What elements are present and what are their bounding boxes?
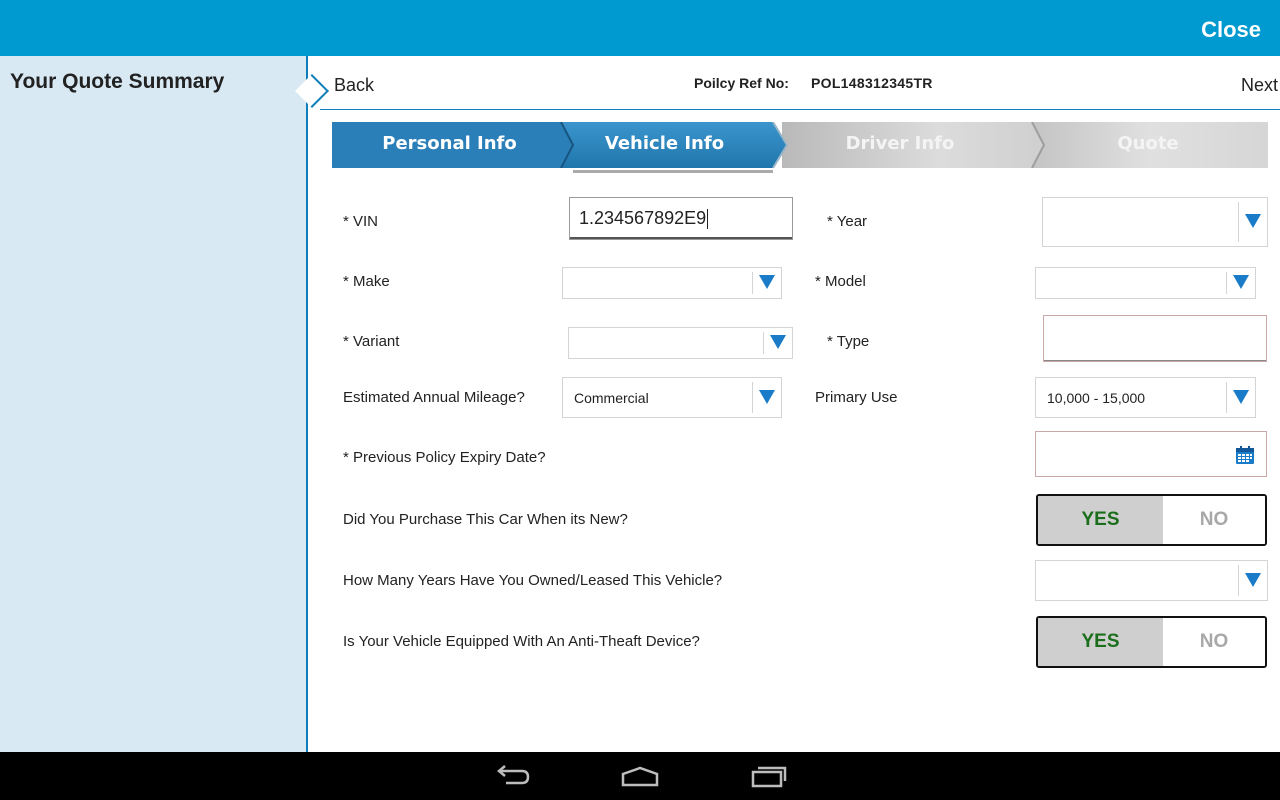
text-cursor bbox=[707, 208, 709, 229]
step-vehicle-info[interactable]: Vehicle Info bbox=[568, 133, 761, 154]
sidebar-title: Your Quote Summary bbox=[10, 70, 225, 93]
home-icon[interactable] bbox=[620, 764, 660, 788]
make-dropdown[interactable] bbox=[562, 267, 782, 299]
dropdown-separator bbox=[1226, 382, 1227, 413]
chevron-down-icon bbox=[1233, 275, 1249, 289]
anti-theft-no[interactable]: NO bbox=[1163, 618, 1265, 666]
type-label: * Type bbox=[827, 333, 870, 350]
dropdown-separator bbox=[1238, 202, 1239, 242]
variant-label: * Variant bbox=[343, 333, 400, 350]
chevron-down-icon bbox=[759, 389, 775, 404]
expiry-date-input[interactable] bbox=[1035, 431, 1267, 477]
anti-theft-toggle[interactable]: YES NO bbox=[1036, 616, 1267, 668]
dropdown-separator bbox=[752, 272, 753, 294]
step-driver-info[interactable]: Driver Info bbox=[782, 133, 1018, 154]
primary-use-value: 10,000 - 15,000 bbox=[1047, 389, 1146, 406]
years-owned-label: How Many Years Have You Owned/Leased Thi… bbox=[343, 572, 723, 589]
purchased-new-toggle[interactable]: YES NO bbox=[1036, 494, 1267, 546]
mileage-value: Commercial bbox=[574, 389, 649, 406]
dropdown-separator bbox=[1238, 565, 1239, 596]
calendar-icon[interactable] bbox=[1235, 445, 1255, 465]
close-button[interactable]: Close bbox=[1201, 17, 1261, 43]
year-label: * Year bbox=[827, 213, 868, 230]
purchased-new-no[interactable]: NO bbox=[1163, 496, 1265, 544]
top-bar: Close bbox=[0, 0, 1280, 56]
chevron-down-icon bbox=[759, 275, 775, 289]
anti-theft-yes[interactable]: YES bbox=[1038, 618, 1163, 666]
primary-use-label: Primary Use bbox=[815, 389, 898, 406]
model-label: * Model bbox=[815, 273, 866, 290]
quote-summary-sidebar: Your Quote Summary bbox=[0, 56, 308, 752]
chevron-down-icon bbox=[1245, 572, 1261, 587]
dropdown-separator bbox=[1226, 272, 1227, 294]
purchased-new-label: Did You Purchase This Car When its New? bbox=[343, 511, 628, 528]
policy-ref-label: Poilcy Ref No: bbox=[694, 75, 789, 91]
active-step-underline bbox=[573, 170, 773, 173]
purchased-new-yes[interactable]: YES bbox=[1038, 496, 1163, 544]
back-button[interactable]: Back bbox=[334, 75, 374, 96]
chevron-down-icon bbox=[1245, 214, 1261, 228]
chevron-down-icon bbox=[1233, 389, 1249, 404]
vin-input[interactable]: 1.234567892E9 bbox=[569, 197, 793, 240]
expiry-date-label: * Previous Policy Expiry Date? bbox=[343, 449, 546, 466]
variant-dropdown[interactable] bbox=[568, 327, 793, 359]
vin-label: * VIN bbox=[343, 213, 379, 230]
type-input[interactable] bbox=[1043, 315, 1267, 362]
step-personal-info[interactable]: Personal Info bbox=[332, 133, 567, 154]
primary-use-dropdown[interactable]: 10,000 - 15,000 bbox=[1035, 377, 1256, 418]
dropdown-separator bbox=[763, 332, 764, 354]
chevron-down-icon bbox=[770, 335, 786, 349]
back-arrow-icon[interactable] bbox=[494, 764, 534, 788]
vin-value: 1.234567892E9 bbox=[579, 208, 707, 228]
main-panel: Back Poilcy Ref No: POL148312345TR Next bbox=[310, 56, 1280, 752]
make-label: * Make bbox=[343, 273, 390, 290]
anti-theft-label: Is Your Vehicle Equipped With An Anti-Th… bbox=[343, 633, 700, 650]
years-owned-dropdown[interactable] bbox=[1035, 560, 1268, 601]
step-progress-bar: Personal Info Vehicle Info Driver Info Q… bbox=[332, 122, 1268, 173]
recent-apps-icon[interactable] bbox=[749, 764, 789, 788]
system-nav-bar bbox=[0, 752, 1280, 800]
header-row: Back Poilcy Ref No: POL148312345TR Next bbox=[320, 56, 1280, 110]
mileage-dropdown[interactable]: Commercial bbox=[562, 377, 782, 418]
year-dropdown[interactable] bbox=[1042, 197, 1268, 247]
model-dropdown[interactable] bbox=[1035, 267, 1256, 299]
mileage-label: Estimated Annual Mileage? bbox=[343, 389, 525, 406]
dropdown-separator bbox=[752, 382, 753, 413]
next-button[interactable]: Next bbox=[1241, 75, 1278, 96]
step-quote[interactable]: Quote bbox=[1037, 133, 1259, 154]
policy-ref-value: POL148312345TR bbox=[811, 75, 933, 91]
